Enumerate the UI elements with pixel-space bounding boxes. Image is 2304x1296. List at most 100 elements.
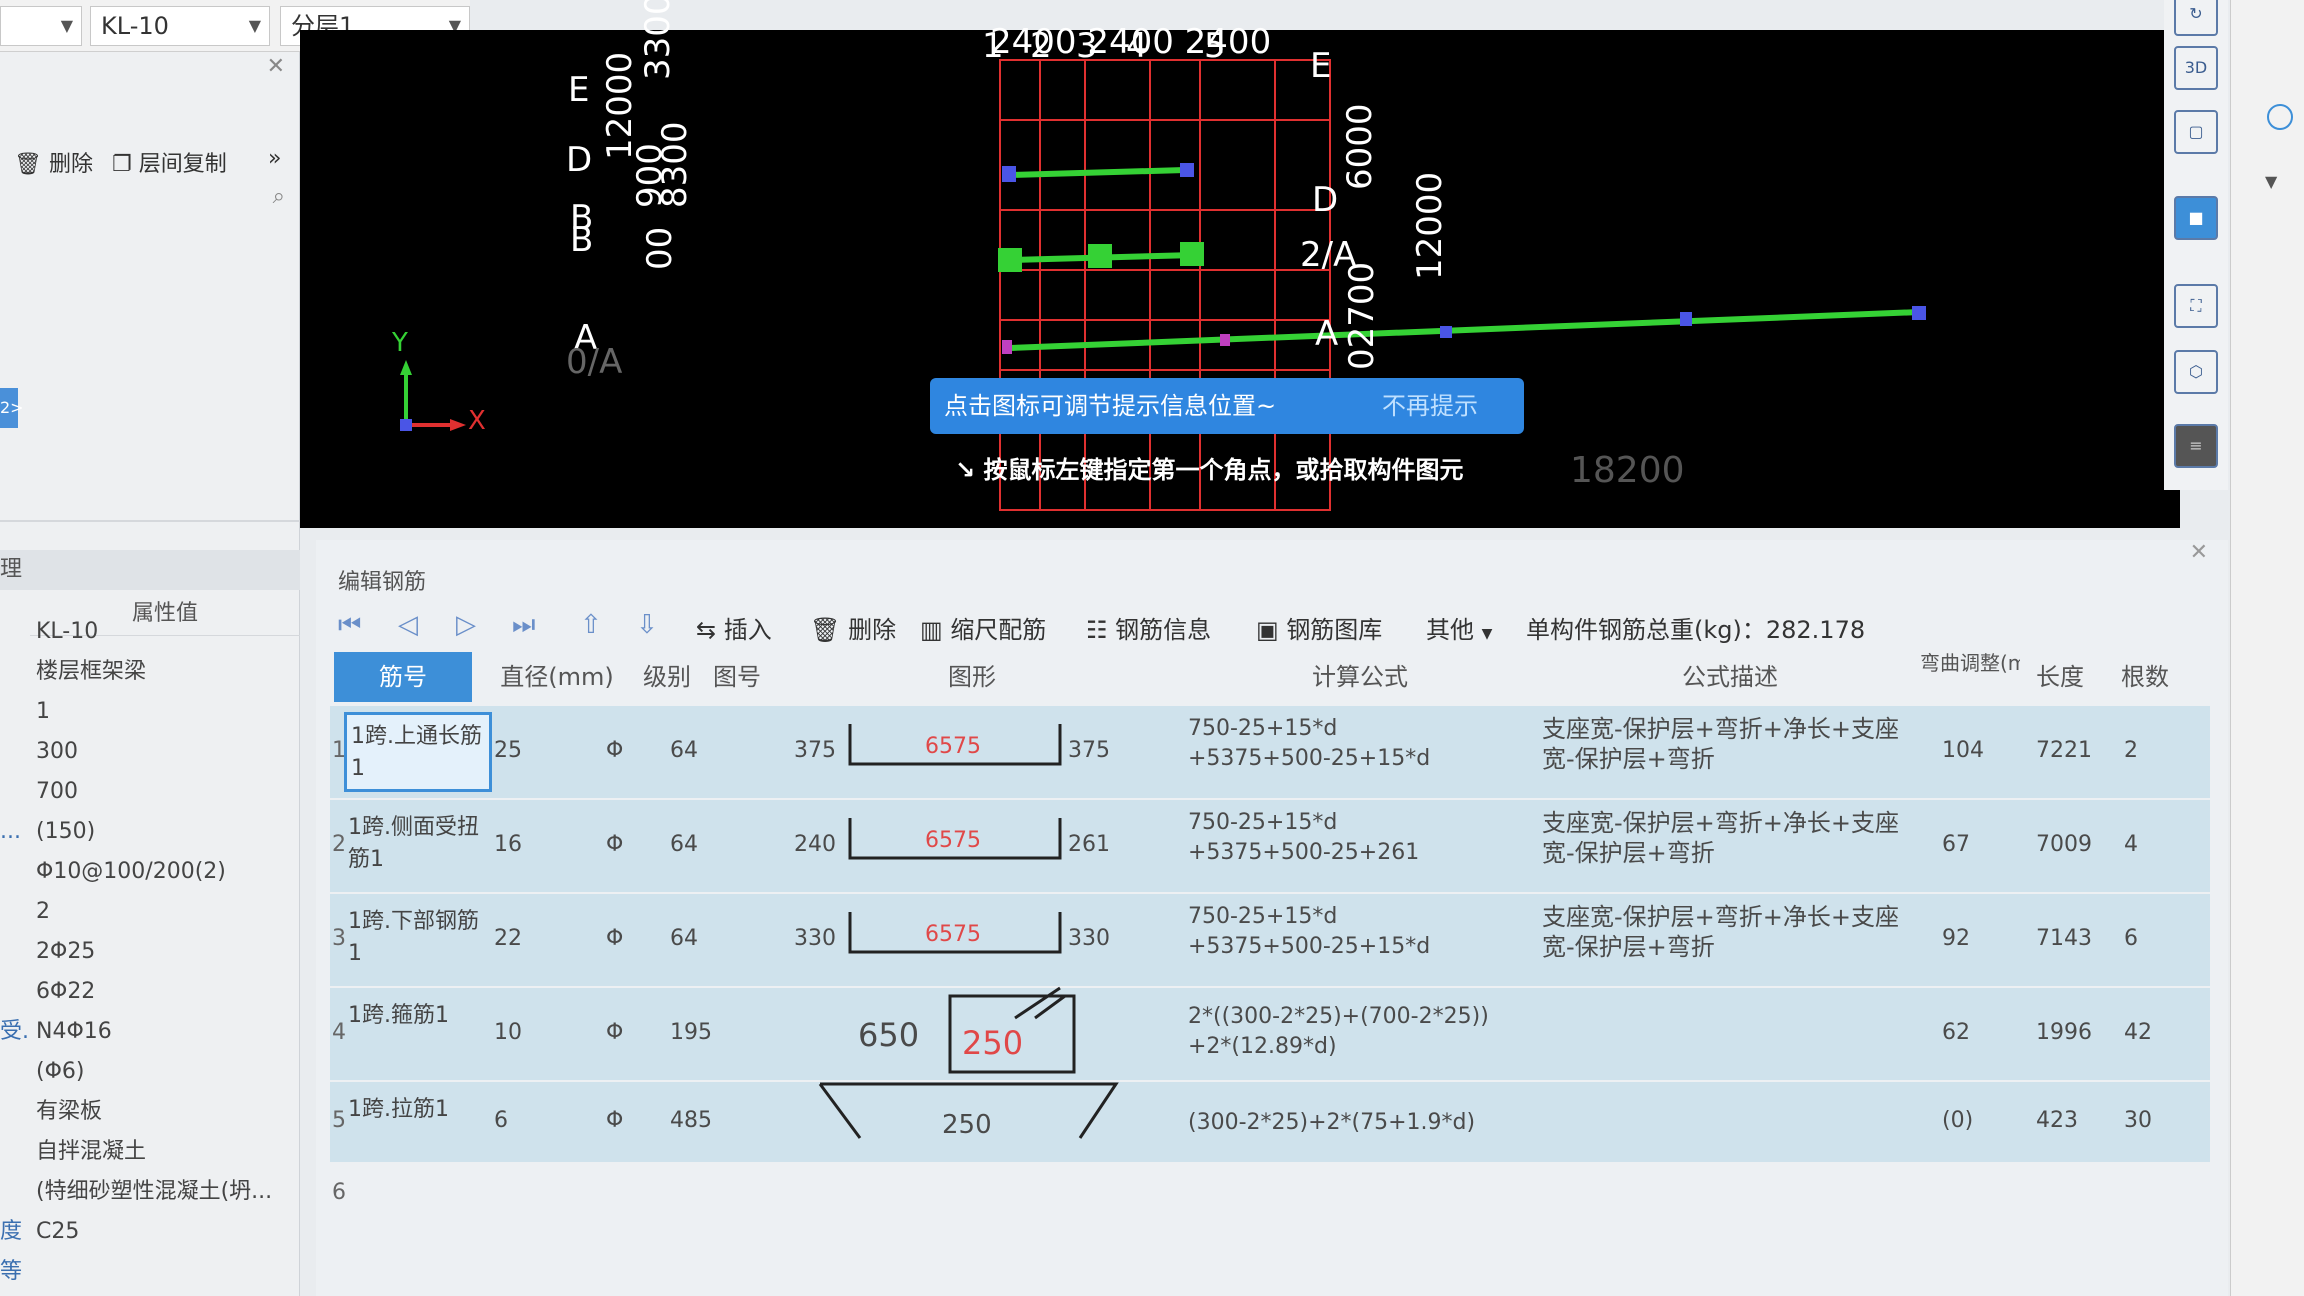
count-cell[interactable]: 42 xyxy=(2124,1020,2152,1045)
count-cell[interactable]: 6 xyxy=(2124,926,2138,951)
close-icon[interactable]: ✕ xyxy=(267,54,285,79)
delete-button[interactable]: 🗑 删除 xyxy=(14,146,93,178)
fig-no-cell[interactable]: 64 xyxy=(670,926,698,951)
insert-button[interactable]: ⇆ 插入 xyxy=(696,610,772,645)
property-row[interactable]: (特细砂塑性混凝土(坍... xyxy=(0,1172,300,1212)
bar-name-cell[interactable]: 1跨.侧面受扭筋1 xyxy=(344,806,492,886)
property-row[interactable]: 1 xyxy=(0,692,300,732)
bend-adjust-cell[interactable]: 67 xyxy=(1942,832,1970,857)
property-row[interactable]: 度等级 C25 xyxy=(0,1212,300,1284)
hint-popup[interactable]: 点击图标可调节提示信息位置~ 不再提示 xyxy=(930,378,1524,434)
fig-no-cell[interactable]: 64 xyxy=(670,738,698,763)
rebar-shape[interactable]: 375 6575 375 xyxy=(770,706,1170,798)
property-row[interactable]: 700 xyxy=(0,772,300,812)
cube-solid-icon[interactable]: ■ xyxy=(2174,196,2218,240)
empty-row-number[interactable]: 6 xyxy=(332,1180,346,1205)
rebar-library-button[interactable]: ▣ 钢筋图库 xyxy=(1256,610,1382,645)
property-row[interactable]: (Φ6) xyxy=(0,1052,300,1092)
property-row[interactable]: 有梁板 xyxy=(0,1092,300,1132)
grade-cell[interactable]: Φ xyxy=(606,926,623,951)
chevron-down-icon[interactable]: ▼ xyxy=(2265,172,2277,191)
col-grade[interactable]: 级别 xyxy=(632,652,702,702)
property-row[interactable]: 楼层框架梁 xyxy=(0,652,300,692)
move-down-icon[interactable]: ⇩ xyxy=(636,610,658,640)
length-cell[interactable]: 7009 xyxy=(2036,832,2092,857)
floor-combo[interactable]: ▼ xyxy=(0,6,82,46)
grade-cell[interactable]: Φ xyxy=(606,1020,623,1045)
length-cell[interactable]: 7143 xyxy=(2036,926,2092,951)
property-row[interactable]: 受... N4Φ16 xyxy=(0,1012,300,1052)
property-row[interactable]: KL-10 xyxy=(0,612,300,652)
table-row[interactable]: 1 1跨.上通长筋1 25 Φ 64 375 6575 375 750-25+15*d +5375… xyxy=(330,706,2210,798)
scale-rebar-button[interactable]: ▥ 缩尺配筋 xyxy=(920,610,1046,645)
rebar-info-button[interactable]: ☷ 钢筋信息 xyxy=(1086,610,1211,645)
property-row[interactable]: 2Φ25 xyxy=(0,932,300,972)
search-icon[interactable]: ⌕ xyxy=(273,184,285,209)
bar-name-cell[interactable]: 1跨.箍筋1 xyxy=(344,994,492,1074)
first-icon[interactable]: ⏮ xyxy=(338,610,361,641)
col-length[interactable]: 长度 xyxy=(2020,652,2100,702)
fig-no-cell[interactable]: 485 xyxy=(670,1108,712,1133)
bar-name-cell[interactable]: 1跨.下部钢筋1 xyxy=(344,900,492,980)
property-row[interactable]: Φ10@100/200(2) xyxy=(0,852,300,892)
formula-cell[interactable]: 750-25+15*d +5375+500-25+261 xyxy=(1188,808,1419,868)
property-row[interactable]: 2 xyxy=(0,892,300,932)
col-fig-no[interactable]: 图号 xyxy=(702,652,772,702)
rebar-shape[interactable]: 250 xyxy=(770,1082,1170,1162)
grade-cell[interactable]: Φ xyxy=(606,738,623,763)
fig-no-cell[interactable]: 64 xyxy=(670,832,698,857)
box-view-icon[interactable]: ⬡ xyxy=(2174,350,2218,394)
formula-cell[interactable]: 750-25+15*d +5375+500-25+15*d xyxy=(1188,902,1430,962)
rebar-shape[interactable]: 330 6575 330 xyxy=(770,894,1170,986)
table-row[interactable]: 5 1跨.拉筋1 6 Φ 485 250 (300-2*25)+2*(75+1.9*d) (0… xyxy=(330,1082,2210,1162)
length-cell[interactable]: 1996 xyxy=(2036,1020,2092,1045)
col-shape[interactable]: 图形 xyxy=(772,652,1172,702)
other-menu[interactable]: 其他 ▼ xyxy=(1426,610,1492,645)
col-count[interactable]: 根数 xyxy=(2100,652,2190,702)
bend-adjust-cell[interactable]: 104 xyxy=(1942,738,1984,763)
formula-description-cell[interactable]: 支座宽-保护层+弯折+净长+支座宽-保护层+弯折 xyxy=(1542,808,1912,868)
formula-description-cell[interactable]: 支座宽-保护层+弯折+净长+支座宽-保护层+弯折 xyxy=(1542,902,1912,962)
bend-adjust-cell[interactable]: 92 xyxy=(1942,926,1970,951)
formula-cell[interactable]: (300-2*25)+2*(75+1.9*d) xyxy=(1188,1108,1475,1138)
collapse-tab[interactable]: 2> xyxy=(0,388,24,428)
bar-name-cell[interactable]: 1跨.上通长筋1 xyxy=(344,712,492,792)
fit-view-icon[interactable]: ⛶ xyxy=(2174,284,2218,328)
bend-adjust-cell[interactable]: (0) xyxy=(1942,1108,1973,1133)
col-diameter[interactable]: 直径(mm) xyxy=(482,652,632,702)
3d-view-icon[interactable]: 3D xyxy=(2174,46,2218,90)
bar-name-cell[interactable]: 1跨.拉筋1 xyxy=(344,1088,492,1156)
col-bar-no[interactable]: 筋号 xyxy=(334,652,472,702)
rebar-shape[interactable]: 240 6575 261 xyxy=(770,800,1170,892)
last-icon[interactable]: ⏭ xyxy=(512,610,535,641)
diameter-cell[interactable]: 22 xyxy=(494,926,522,951)
count-cell[interactable]: 4 xyxy=(2124,832,2138,857)
formula-cell[interactable]: 750-25+15*d +5375+500-25+15*d xyxy=(1188,714,1430,774)
diameter-cell[interactable]: 25 xyxy=(494,738,522,763)
property-row[interactable]: ... (150) xyxy=(0,812,300,852)
property-row[interactable]: 300 xyxy=(0,732,300,772)
formula-cell[interactable]: 2*((300-2*25)+(700-2*25)) +2*(12.89*d) xyxy=(1188,1002,1489,1062)
bend-adjust-cell[interactable]: 62 xyxy=(1942,1020,1970,1045)
close-icon[interactable]: ✕ xyxy=(2190,540,2208,565)
prev-icon[interactable]: ◁ xyxy=(398,610,418,640)
count-cell[interactable]: 30 xyxy=(2124,1108,2152,1133)
table-row[interactable]: 4 1跨.箍筋1 10 Φ 195 650 250 2*((300-2*25)+(700-2*… xyxy=(330,986,2210,1080)
rebar-shape[interactable]: 650 250 xyxy=(770,986,1170,1080)
diameter-cell[interactable]: 16 xyxy=(494,832,522,857)
length-cell[interactable]: 7221 xyxy=(2036,738,2092,763)
copy-between-floors-button[interactable]: ❐ 层间复制 xyxy=(112,146,227,178)
rotate-icon[interactable]: ↻ xyxy=(2174,0,2218,36)
diameter-cell[interactable]: 6 xyxy=(494,1108,508,1133)
cube-icon[interactable]: ▢ xyxy=(2174,110,2218,154)
property-row[interactable]: 6Φ22 xyxy=(0,972,300,1012)
layers-icon[interactable]: ≡ xyxy=(2174,424,2218,468)
table-row[interactable]: 3 1跨.下部钢筋1 22 Φ 64 330 6575 330 750-25+15*d +5375… xyxy=(330,894,2210,986)
dismiss-link[interactable]: 不再提示 xyxy=(1382,378,1478,434)
table-row[interactable]: 2 1跨.侧面受扭筋1 16 Φ 64 240 6575 261 750-25+15*d +537… xyxy=(330,800,2210,892)
col-desc[interactable]: 公式描述 xyxy=(1540,652,1920,702)
element-combo[interactable]: KL-10 ▼ xyxy=(90,6,270,46)
property-row[interactable]: 自拌混凝土 xyxy=(0,1132,300,1172)
fig-no-cell[interactable]: 195 xyxy=(670,1020,712,1045)
radio-icon[interactable] xyxy=(2267,104,2293,130)
